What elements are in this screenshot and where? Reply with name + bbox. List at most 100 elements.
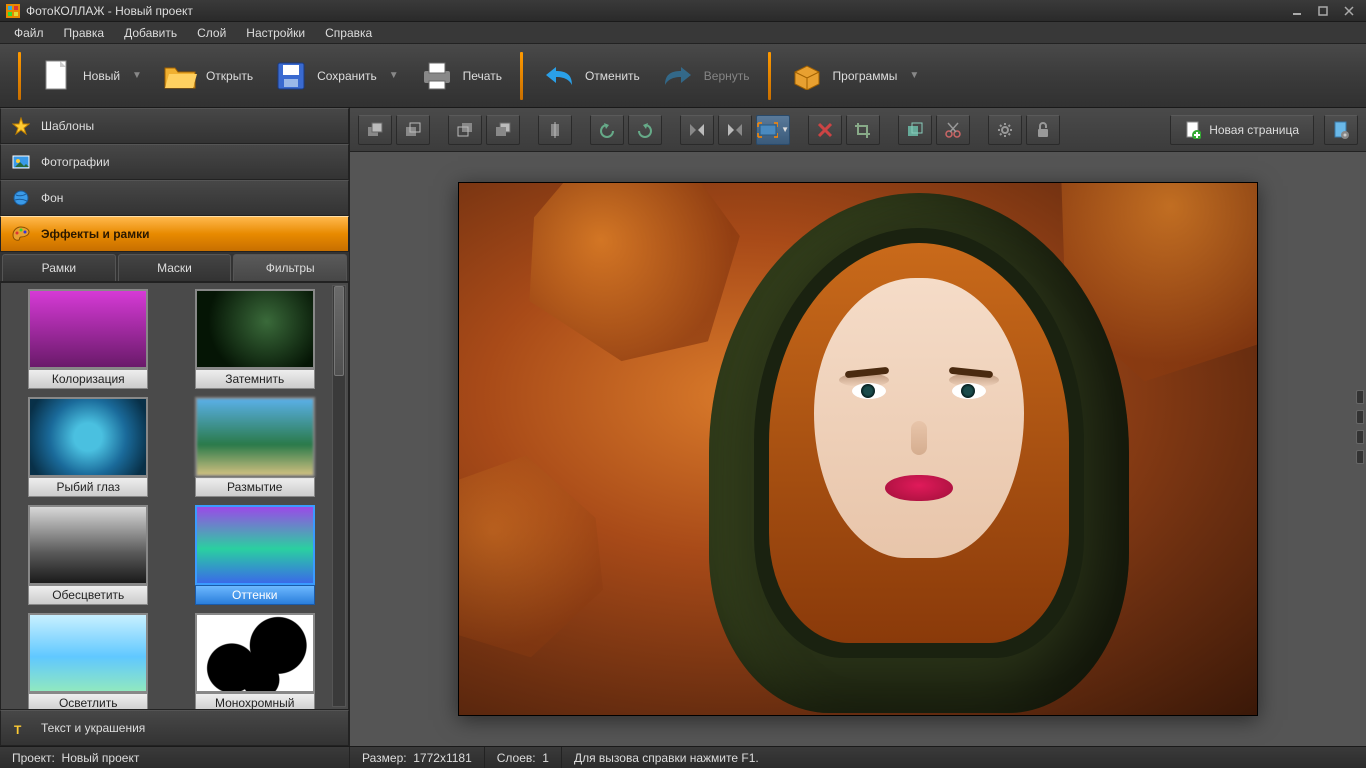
status-label: Размер: xyxy=(362,751,407,765)
portrait-face xyxy=(814,278,1024,558)
grip[interactable] xyxy=(1356,390,1364,404)
programs-label: Программы xyxy=(833,69,898,83)
fit-button[interactable]: ▼ xyxy=(756,115,790,145)
menu-help[interactable]: Справка xyxy=(315,23,382,43)
rotate-left-button[interactable] xyxy=(590,115,624,145)
copy-button[interactable] xyxy=(898,115,932,145)
filter-thumb xyxy=(195,505,315,585)
filter-item-blur[interactable]: Размытие xyxy=(176,397,335,497)
new-button[interactable]: Новый▼ xyxy=(29,52,152,100)
lock-button[interactable] xyxy=(1026,115,1060,145)
accordion-effects[interactable]: Эффекты и рамки xyxy=(0,216,349,252)
bring-front-button[interactable] xyxy=(358,115,392,145)
grip[interactable] xyxy=(1356,450,1364,464)
accordion-photos[interactable]: Фотографии xyxy=(0,144,349,180)
accordion-text[interactable]: T Текст и украшения xyxy=(0,710,349,746)
globe-icon xyxy=(11,188,31,208)
page-add-icon xyxy=(1185,121,1201,139)
new-page-button[interactable]: Новая страница xyxy=(1170,115,1314,145)
menu-add[interactable]: Добавить xyxy=(114,23,187,43)
print-icon xyxy=(419,58,455,94)
filter-thumb xyxy=(195,289,315,369)
filter-label: Осветлить xyxy=(28,693,148,710)
tab-label: Маски xyxy=(157,261,192,275)
menu-file[interactable]: Файл xyxy=(4,23,54,43)
star-icon xyxy=(11,116,31,136)
accordion-label: Текст и украшения xyxy=(41,721,145,735)
rotate-right-button[interactable] xyxy=(628,115,662,145)
tab-filters[interactable]: Фильтры xyxy=(233,254,347,281)
settings-button[interactable] xyxy=(988,115,1022,145)
undo-label: Отменить xyxy=(585,69,640,83)
delete-button[interactable] xyxy=(808,115,842,145)
crop-button[interactable] xyxy=(846,115,880,145)
print-button[interactable]: Печать xyxy=(409,52,512,100)
filter-item-desat[interactable]: Обесцветить xyxy=(9,505,168,605)
send-backward-button[interactable] xyxy=(448,115,482,145)
menu-layer[interactable]: Слой xyxy=(187,23,236,43)
filter-item-light[interactable]: Осветлить xyxy=(9,613,168,710)
programs-button[interactable]: Программы▼ xyxy=(779,52,930,100)
canvas-area[interactable] xyxy=(350,152,1366,746)
redo-button[interactable]: Вернуть xyxy=(650,52,760,100)
status-value: 1 xyxy=(542,751,549,765)
status-value: Новый проект xyxy=(62,751,140,765)
titlebar: ФотоКОЛЛАЖ - Новый проект xyxy=(0,0,1366,22)
menu-edit[interactable]: Правка xyxy=(54,23,115,43)
grip[interactable] xyxy=(1356,410,1364,424)
workspace: ▼ Новая страница xyxy=(350,108,1366,746)
send-back-button[interactable] xyxy=(486,115,520,145)
flip-v-button[interactable] xyxy=(718,115,752,145)
status-layers: Слоев: 1 xyxy=(485,747,562,768)
filter-label: Колоризация xyxy=(28,369,148,389)
status-label: Проект: xyxy=(12,751,55,765)
save-button[interactable]: Сохранить▼ xyxy=(263,52,409,100)
tab-frames[interactable]: Рамки xyxy=(2,254,116,281)
undo-icon xyxy=(541,58,577,94)
accordion-templates[interactable]: Шаблоны xyxy=(0,108,349,144)
scrollbar-thumb[interactable] xyxy=(334,286,344,376)
bg-leaf xyxy=(458,438,624,667)
filter-panel: Колоризация Затемнить Рыбий глаз Размытие Об… xyxy=(0,282,349,710)
grip[interactable] xyxy=(1356,430,1364,444)
bring-forward-button[interactable] xyxy=(396,115,430,145)
accordion-background[interactable]: Фон xyxy=(0,180,349,216)
filter-item-fisheye[interactable]: Рыбий глаз xyxy=(9,397,168,497)
filter-label: Оттенки xyxy=(195,585,315,605)
maximize-button[interactable] xyxy=(1312,4,1334,18)
page-settings-button[interactable] xyxy=(1324,115,1358,145)
toolbar-sep xyxy=(18,52,21,100)
filter-item-darken[interactable]: Затемнить xyxy=(176,289,335,389)
flip-h-button[interactable] xyxy=(680,115,714,145)
palette-icon xyxy=(11,224,31,244)
filter-label: Рыбий глаз xyxy=(28,477,148,497)
status-value: Для вызова справки нажмите F1. xyxy=(574,751,759,765)
undo-button[interactable]: Отменить xyxy=(531,52,650,100)
minimize-button[interactable] xyxy=(1286,4,1308,18)
menu-settings[interactable]: Настройки xyxy=(236,23,315,43)
side-grips xyxy=(1356,390,1364,464)
close-button[interactable] xyxy=(1338,4,1360,18)
tab-masks[interactable]: Маски xyxy=(118,254,232,281)
open-icon xyxy=(162,58,198,94)
filter-thumb xyxy=(195,613,315,693)
new-page-label: Новая страница xyxy=(1209,123,1299,137)
main-toolbar: Новый▼ Открыть Сохранить▼ Печать Отменит… xyxy=(0,44,1366,108)
status-help: Для вызова справки нажмите F1. xyxy=(562,747,1366,768)
cut-button[interactable] xyxy=(936,115,970,145)
filter-item-hue[interactable]: Оттенки xyxy=(176,505,335,605)
accordion-label: Шаблоны xyxy=(41,119,94,133)
canvas[interactable] xyxy=(458,182,1258,716)
accordion-label: Фотографии xyxy=(41,155,110,169)
align-center-button[interactable] xyxy=(538,115,572,145)
filter-item-colorize[interactable]: Колоризация xyxy=(9,289,168,389)
tab-label: Рамки xyxy=(42,261,76,275)
open-button[interactable]: Открыть xyxy=(152,52,263,100)
filter-item-mono[interactable]: Монохромный xyxy=(176,613,335,710)
new-label: Новый xyxy=(83,69,120,83)
effects-tabs: Рамки Маски Фильтры xyxy=(0,252,349,282)
scrollbar[interactable] xyxy=(332,285,346,707)
filter-thumb xyxy=(28,397,148,477)
filter-label: Размытие xyxy=(195,477,315,497)
menubar: Файл Правка Добавить Слой Настройки Спра… xyxy=(0,22,1366,44)
